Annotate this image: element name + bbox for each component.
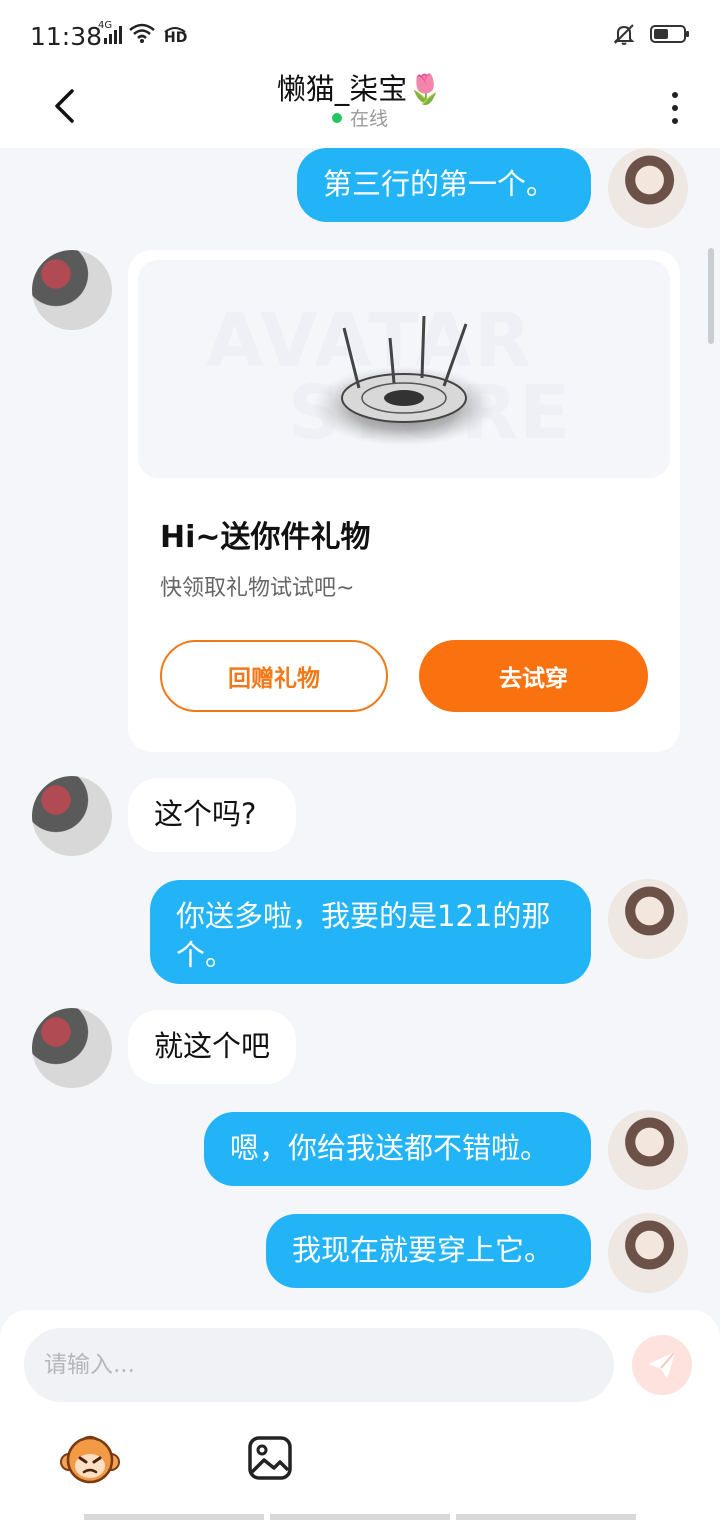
message-bubble-peer[interactable]: 这个吗? <box>128 778 296 852</box>
divider-segment <box>84 1514 264 1520</box>
status-icons-left: 4G HD <box>98 20 188 48</box>
more-vertical-icon <box>672 92 678 98</box>
try-on-button[interactable]: 去试穿 <box>419 640 648 712</box>
more-dot <box>672 118 678 124</box>
message-input[interactable] <box>24 1328 614 1402</box>
message-bubble-peer[interactable]: 就这个吧 <box>128 1010 296 1084</box>
gift-card-title: Hi~送你件礼物 <box>160 520 371 555</box>
avatar-peer[interactable] <box>32 250 112 330</box>
bottom-divider <box>84 1514 636 1520</box>
contact-name: 懒猫_柒宝🌷 <box>276 72 444 106</box>
scrollbar[interactable] <box>708 248 714 344</box>
gift-card[interactable]: AVATAR STORE Hi~送你件礼 <box>128 250 680 752</box>
message-bubble-self[interactable]: 你送多啦，我要的是121的那个。 <box>150 880 591 984</box>
emoji-monkey-icon <box>60 1435 120 1484</box>
status-bar: 11:38 4G HD <box>0 0 720 72</box>
hd-label: HD <box>164 30 188 46</box>
gift-item-icon <box>312 315 496 446</box>
online-dot-icon <box>331 112 342 123</box>
wifi-icon <box>128 22 156 48</box>
online-status: 在线 <box>0 108 720 130</box>
battery-icon <box>650 23 690 49</box>
status-time: 11:38 <box>30 22 103 51</box>
message-bubble-self[interactable]: 第三行的第一个。 <box>297 148 591 222</box>
more-options-button[interactable] <box>660 84 690 132</box>
signal-icon: 4G <box>98 20 122 46</box>
gift-card-subtitle: 快领取礼物试试吧~ <box>160 576 355 601</box>
input-bar <box>0 1310 720 1520</box>
hd-icon: HD <box>162 24 188 46</box>
divider-segment <box>270 1514 450 1520</box>
return-gift-button[interactable]: 回赠礼物 <box>160 640 388 712</box>
send-button[interactable] <box>632 1335 692 1395</box>
avatar-peer[interactable] <box>32 1008 112 1088</box>
message-bubble-self[interactable]: 我现在就要穿上它。 <box>266 1214 591 1288</box>
avatar-self[interactable] <box>608 148 688 228</box>
divider-segment <box>456 1514 636 1520</box>
emoji-button[interactable] <box>60 1432 120 1488</box>
image-icon <box>248 1436 292 1480</box>
more-dot <box>672 105 678 111</box>
chat-messages[interactable]: 第三行的第一个。 AVATAR STORE <box>0 148 720 1310</box>
online-status-label: 在线 <box>349 108 388 130</box>
bell-off-icon <box>612 22 636 50</box>
avatar-peer[interactable] <box>32 776 112 856</box>
avatar-self[interactable] <box>608 1110 688 1190</box>
status-icons-right <box>612 22 690 50</box>
send-icon <box>649 1352 675 1378</box>
gift-image[interactable]: AVATAR STORE <box>138 260 670 478</box>
message-bubble-self[interactable]: 嗯，你给我送都不错啦。 <box>204 1112 591 1186</box>
avatar-self[interactable] <box>608 879 688 959</box>
chat-header: 懒猫_柒宝🌷 在线 <box>0 72 720 148</box>
avatar-self[interactable] <box>608 1213 688 1293</box>
image-button[interactable] <box>246 1434 294 1482</box>
